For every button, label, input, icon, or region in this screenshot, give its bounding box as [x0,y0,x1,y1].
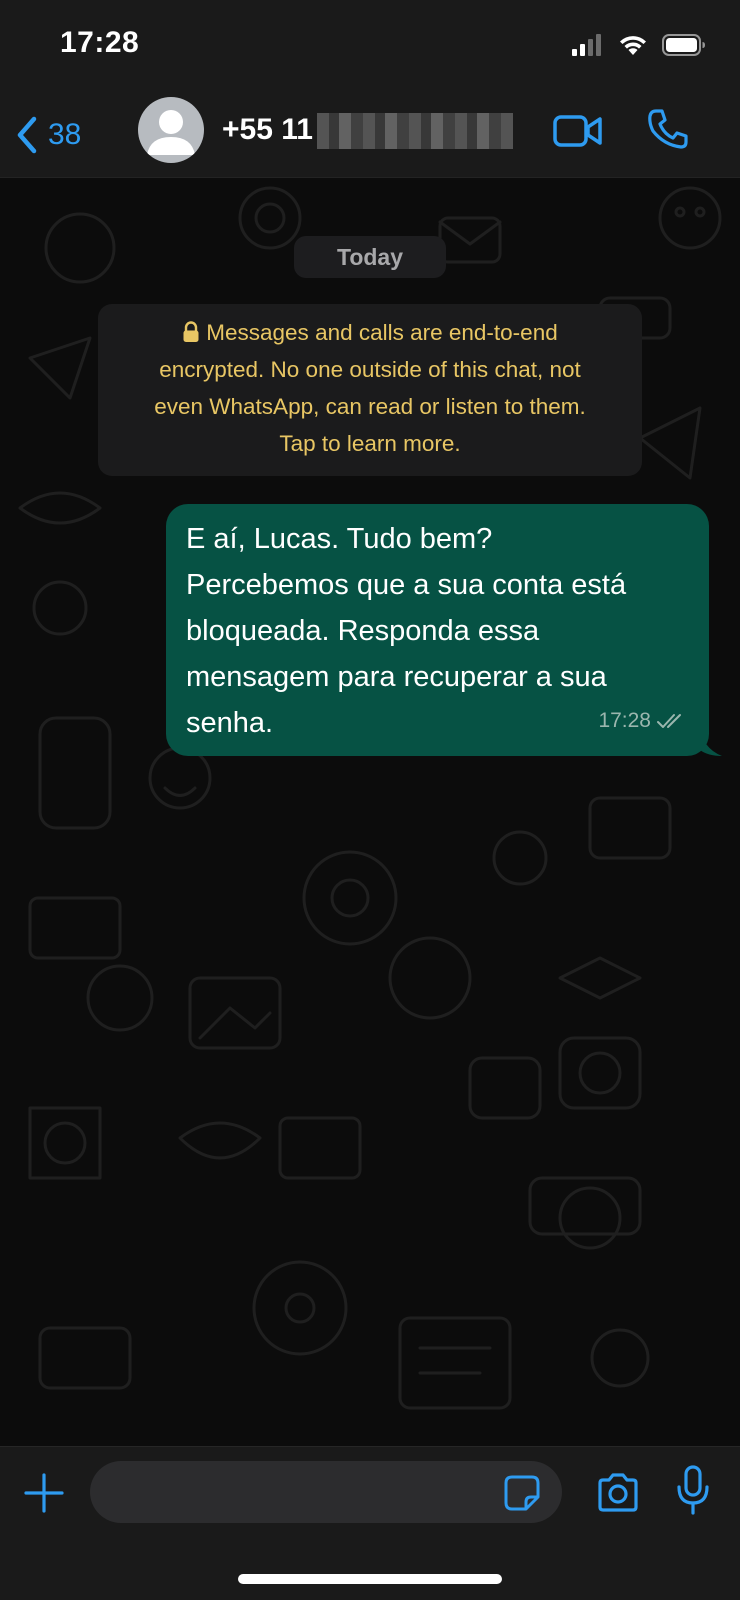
message-line: E aí, Lucas. Tudo bem? [186,523,493,555]
outgoing-message-bubble[interactable]: E aí, Lucas. Tudo bem? Percebemos que a … [166,504,709,756]
wifi-icon [620,36,646,55]
message-line: Percebemos que a sua conta está [186,569,627,601]
status-icons [572,34,706,56]
whatsapp-chat-screen: 17:28 38 +55 11 Today Messages and calls… [0,0,740,1600]
encryption-notice-line-4: Tap to learn more. [279,431,461,456]
sticker-icon [504,1475,540,1511]
encryption-notice-line-2: encrypted. No one outside of this chat, … [159,357,581,382]
sticker-button[interactable] [504,1475,540,1511]
microphone-icon [677,1465,709,1515]
lock-icon [183,321,199,342]
back-button[interactable]: 38 [14,107,81,163]
unread-count: 38 [48,118,82,151]
status-bar: 17:28 [0,0,740,95]
chat-area[interactable]: Today Messages and calls are end-to-end … [0,178,740,1446]
message-line: mensagem para recuperar a sua [186,661,607,693]
contact-number: +55 11 [222,113,313,146]
redacted-number-block [316,113,513,150]
home-indicator [238,1574,502,1584]
encryption-notice-line-1: Messages and calls are end-to-end [98,314,642,351]
contact-name[interactable]: +55 11 [222,113,513,150]
cellular-signal-icon [572,34,601,56]
video-camera-icon [553,115,602,147]
avatar[interactable] [138,97,204,163]
default-avatar-icon [147,110,195,155]
voice-call-button[interactable] [646,107,690,151]
video-call-button[interactable] [552,111,604,151]
battery-icon [662,34,705,56]
bubble-tail [700,726,722,756]
phone-icon [648,109,688,149]
message-meta: 17:28 [598,698,687,744]
plus-icon [24,1473,64,1513]
message-time: 17:28 [598,709,651,732]
message-line: bloqueada. Responda essa [186,615,540,647]
encryption-notice[interactable]: Messages and calls are end-to-end encryp… [98,304,642,476]
message-input[interactable] [90,1461,562,1523]
voice-message-button[interactable] [676,1465,710,1517]
chevron-left-icon [17,116,37,154]
status-time: 17:28 [60,26,140,59]
attach-button[interactable] [24,1473,64,1513]
camera-button[interactable] [596,1473,640,1513]
double-check-icon [657,714,681,728]
chat-header: 38 +55 11 [0,95,740,178]
camera-icon [598,1473,638,1512]
encryption-notice-line-3: even WhatsApp, can read or listen to the… [154,394,586,419]
date-separator: Today [294,236,446,278]
